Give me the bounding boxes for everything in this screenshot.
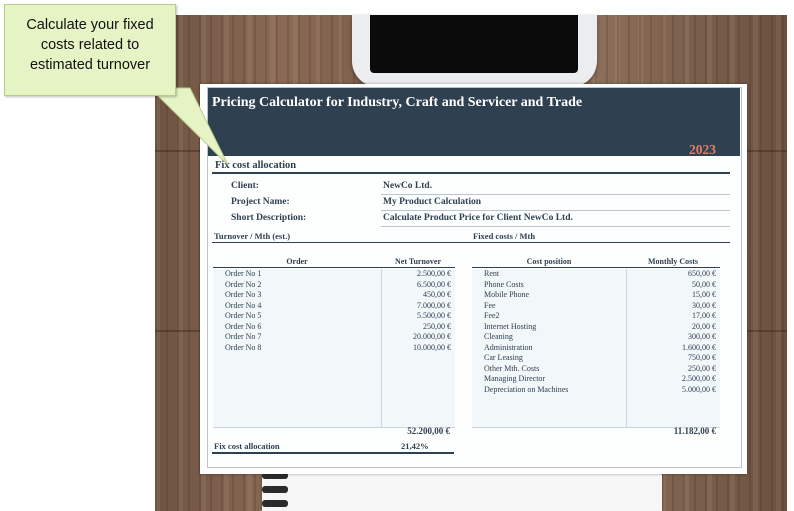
table-cell-amount: 50,00 € xyxy=(692,279,716,289)
header-banner: Pricing Calculator for Industry, Craft a… xyxy=(208,88,740,157)
table-cell-amount: 300,00 € xyxy=(688,332,716,341)
year-label: 2023 xyxy=(689,142,716,157)
turnover-total: 52.200,00 € xyxy=(407,426,450,436)
table-cell-label: Fee xyxy=(484,300,496,310)
fixed-costs-table: Cost position Monthly Costs Rent 650,00 €… xyxy=(472,257,720,437)
smartphone-screen xyxy=(370,15,578,73)
notebook-ring xyxy=(262,486,288,493)
client-underline xyxy=(381,194,730,195)
sheet-title: Pricing Calculator for Industry, Craft a… xyxy=(212,95,583,110)
table-cell-amount: 7.000,00 € xyxy=(417,300,451,310)
table-cell-amount: 450,00 € xyxy=(423,290,451,299)
monthly-costs-column-header: Monthly Costs xyxy=(647,257,698,266)
table-cell-amount: 15,00 € xyxy=(692,290,716,299)
callout-text: Calculate your fixed costs related to es… xyxy=(5,15,175,75)
callout-line: costs related to xyxy=(40,37,140,53)
client-value[interactable]: NewCo Ltd. xyxy=(383,181,432,191)
subheading-divider xyxy=(212,242,730,243)
table-cell-label: Fee2 xyxy=(484,311,500,320)
table-cell-amount: 6.500,00 € xyxy=(417,279,451,289)
smartphone-image xyxy=(352,15,597,87)
table-cell-amount: 30,00 € xyxy=(692,300,716,310)
table-cell-label: Internet Hosting xyxy=(484,321,537,331)
table-cell-amount: 5.500,00 € xyxy=(417,311,451,320)
project-name-value[interactable]: My Product Calculation xyxy=(383,197,481,207)
table-cell-label: Order No 4 xyxy=(225,300,262,310)
project-name-underline xyxy=(381,210,730,211)
table-cell-label: Administration xyxy=(484,342,533,352)
table-cell-amount: 20,00 € xyxy=(692,321,716,331)
cost-position-column-header: Cost position xyxy=(526,257,572,266)
notebook-ring xyxy=(262,500,288,507)
fixed-header-rule xyxy=(472,267,720,268)
table-cell-amount: 2.500,00 € xyxy=(682,374,716,383)
turnover-heading: Turnover / Mth (est.) xyxy=(214,231,291,241)
table-cell-amount: 250,00 € xyxy=(688,363,716,373)
table-cell-amount: 750,00 € xyxy=(688,353,716,362)
table-cell-label: Order No 2 xyxy=(225,279,262,289)
turnover-table: Order Net Turnover Order No 1 2.500,00 € O… xyxy=(213,257,455,437)
short-description-underline xyxy=(381,226,730,227)
allocation-underline xyxy=(212,452,454,454)
callout-line: Calculate your fixed xyxy=(26,17,154,33)
table-cell-amount: 5.000,00 € xyxy=(682,384,716,394)
allocation-percentage: 21,42% xyxy=(401,441,429,451)
notebook-image xyxy=(262,470,662,511)
table-cell-amount: 250,00 € xyxy=(423,321,451,331)
short-description-value[interactable]: Calculate Product Price for Client NewCo… xyxy=(383,213,573,223)
table-cell-amount: 650,00 € xyxy=(688,269,716,278)
section-title: Fix cost allocation xyxy=(215,160,297,171)
section-divider xyxy=(212,172,730,174)
turnover-header-rule xyxy=(213,267,455,268)
table-cell-label: Managing Director xyxy=(484,374,546,383)
table-cell-amount: 1.600,00 € xyxy=(682,342,716,352)
table-cell-label: Order No 5 xyxy=(225,311,262,320)
fixed-costs-total: 11.182,00 € xyxy=(673,426,716,436)
table-cell-label: Depreciation on Machines xyxy=(484,384,569,394)
table-cell-label: Phone Costs xyxy=(484,279,524,289)
table-cell-label: Rent xyxy=(484,269,500,278)
net-turnover-column-header: Net Turnover xyxy=(395,257,441,266)
callout-box: Calculate your fixed costs related to es… xyxy=(4,4,176,96)
table-cell-label: Order No 1 xyxy=(225,269,262,278)
table-cell-label: Order No 6 xyxy=(225,321,262,331)
fixed-costs-heading: Fixed costs / Mth xyxy=(473,231,536,241)
short-description-label: Short Description: xyxy=(231,213,307,223)
table-cell-label: Other Mth. Costs xyxy=(484,363,540,373)
column-separator xyxy=(381,269,382,427)
allocation-label: Fix cost allocation xyxy=(214,441,280,451)
column-separator xyxy=(626,269,627,427)
pricing-calculator-sheet: Pricing Calculator for Industry, Craft a… xyxy=(200,84,747,474)
table-cell-amount: 20.000,00 € xyxy=(413,332,451,341)
table-cell-label: Order No 7 xyxy=(225,332,262,341)
table-cell-label: Order No 3 xyxy=(225,290,262,299)
client-label: Client: xyxy=(231,181,259,191)
table-cell-amount: 2.500,00 € xyxy=(417,269,451,278)
project-name-label: Project Name: xyxy=(231,197,290,207)
order-column-header: Order xyxy=(286,257,308,266)
table-cell-label: Car Leasing xyxy=(484,353,523,362)
callout-line: estimated turnover xyxy=(29,57,151,73)
table-cell-label: Mobile Phone xyxy=(484,290,530,299)
table-cell-label: Cleaning xyxy=(484,332,513,341)
table-cell-amount: 17,00 € xyxy=(692,311,716,320)
table-cell-label: Order No 8 xyxy=(225,342,262,352)
table-cell-amount: 10.000,00 € xyxy=(413,342,451,352)
